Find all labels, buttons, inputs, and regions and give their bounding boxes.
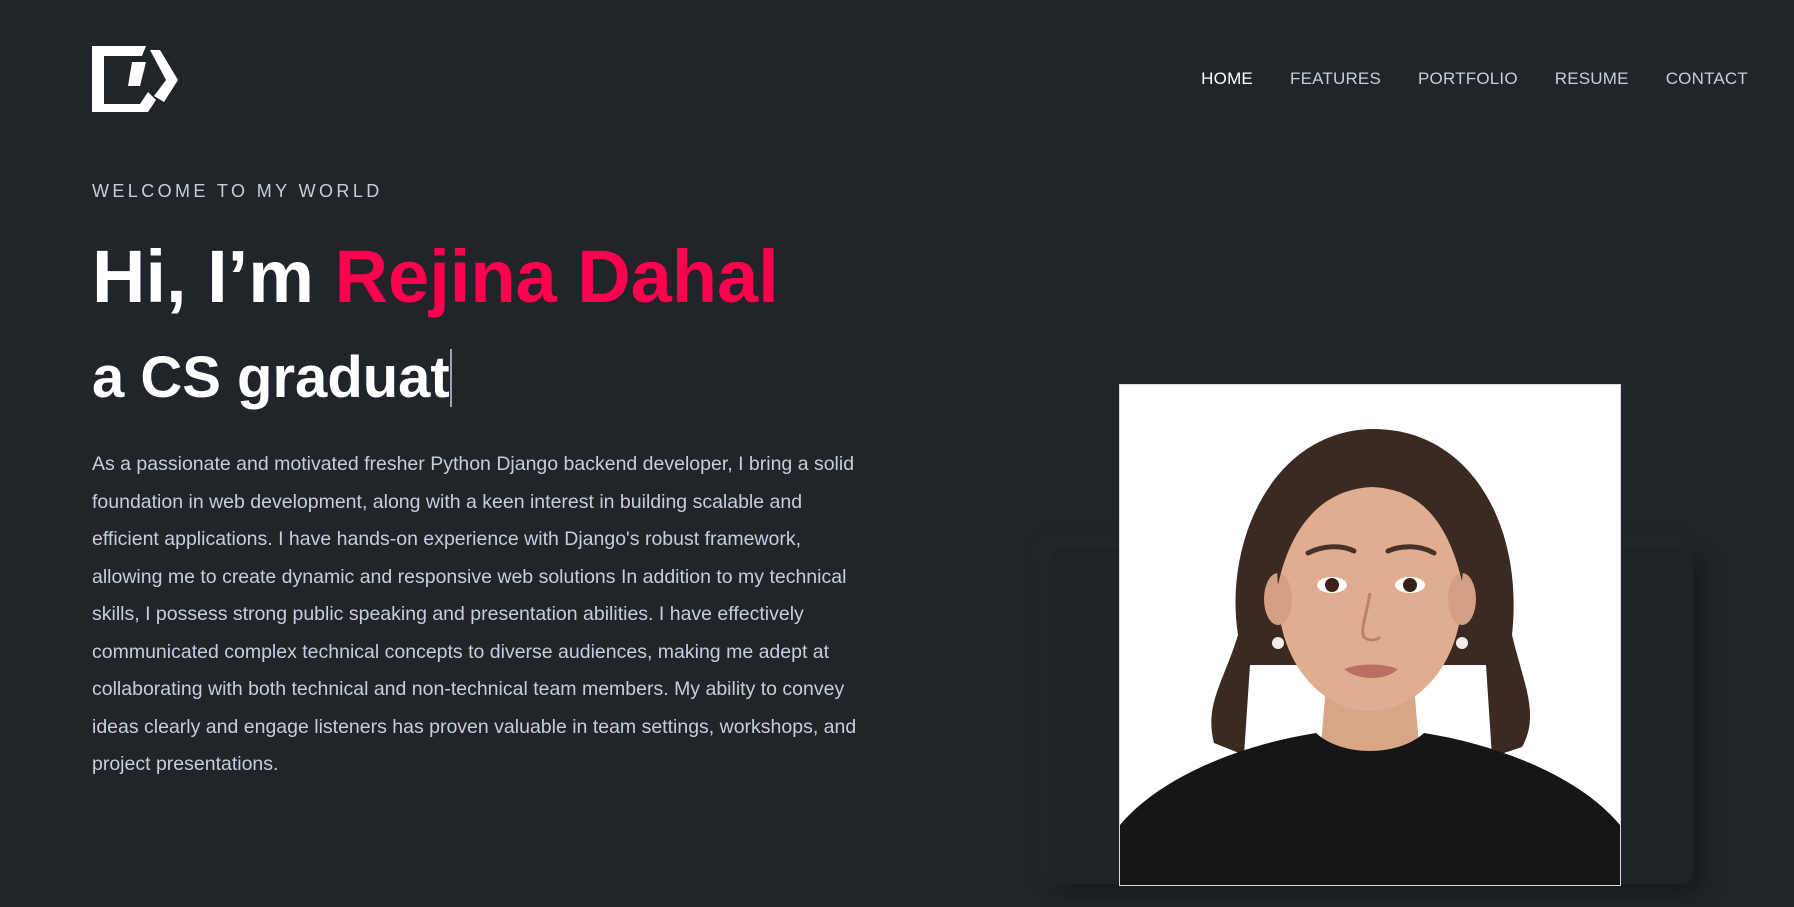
nav-item-contact[interactable]: CONTACT	[1666, 69, 1748, 89]
brand-logo[interactable]	[92, 46, 180, 114]
nav-item-home[interactable]: HOME	[1201, 69, 1253, 89]
hero-name: Rejina Dahal	[334, 235, 779, 318]
welcome-tagline: WELCOME TO MY WORLD	[92, 181, 383, 201]
profile-portrait-icon	[1120, 385, 1620, 885]
typing-cursor	[449, 349, 452, 407]
profile-photo	[1120, 385, 1620, 885]
nav-item-features[interactable]: FEATURES	[1290, 69, 1381, 89]
nav-item-portfolio[interactable]: PORTFOLIO	[1418, 69, 1518, 89]
brand-logo-icon	[92, 46, 178, 112]
nav-item-resume[interactable]: RESUME	[1555, 69, 1629, 89]
main-nav: HOME FEATURES PORTFOLIO RESUME CONTACT	[1164, 69, 1748, 89]
typed-role-text: a CS graduat	[92, 345, 450, 410]
greeting-text: Hi, I’m	[92, 235, 335, 318]
hero-bio: As a passionate and motivated fresher Py…	[92, 453, 857, 775]
typed-role: a CS graduat	[92, 342, 452, 414]
hero-headline: Hi, I’m Rejina Dahal	[92, 232, 779, 322]
